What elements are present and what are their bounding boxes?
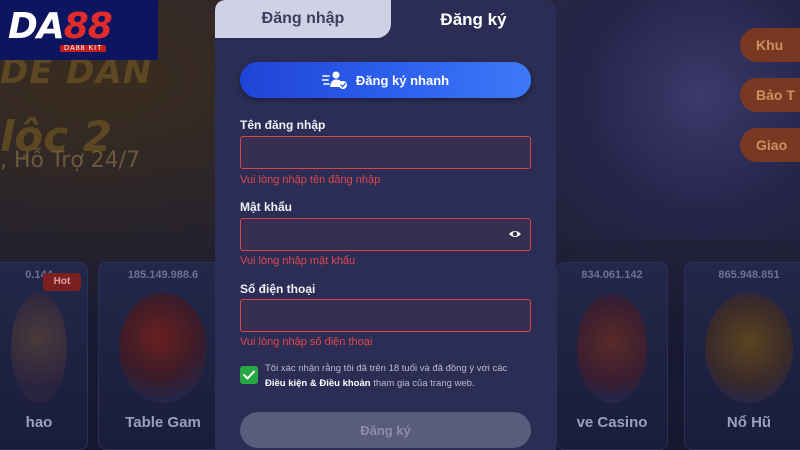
side-pill-1[interactable]: Khu (740, 28, 800, 62)
quick-user-icon (321, 71, 347, 89)
logo-brand: DA (8, 6, 65, 47)
terms-link[interactable]: Điều kiện & Điều khoản (265, 378, 371, 389)
password-input[interactable] (240, 218, 531, 251)
auth-modal: Đăng nhập Đăng ký Đăng ký nhanh Tên đăng… (215, 0, 556, 450)
game-name: Table Gam (125, 414, 201, 431)
game-card[interactable]: 0.144 Hot hao (0, 262, 88, 450)
dice-image (119, 293, 207, 403)
terms-text-before: Tôi xác nhận rằng tôi đã trên 18 tuổi và… (265, 363, 508, 374)
phone-input[interactable] (240, 299, 531, 332)
game-count: 185.149.988.6 (127, 269, 199, 281)
game-name: hao (25, 414, 53, 431)
username-label: Tên đăng nhập (240, 118, 326, 132)
game-name: ve Casino (576, 414, 648, 431)
auth-tabs: Đăng nhập Đăng ký (215, 0, 556, 40)
phone-error: Vui lòng nhập số điện thoại (240, 336, 373, 348)
hot-badge: Hot (43, 273, 81, 291)
game-card[interactable]: 865.948.851 Nổ Hũ (684, 262, 800, 450)
game-card[interactable]: 834.061.142 ve Casino (556, 262, 668, 450)
quick-register-button[interactable]: Đăng ký nhanh (240, 62, 531, 98)
tab-register[interactable]: Đăng ký (391, 0, 556, 40)
password-error: Vui lòng nhập mật khẩu (240, 255, 356, 267)
terms-checkbox[interactable] (240, 366, 258, 384)
game-count: 865.948.851 (718, 269, 780, 281)
logo-text: DA88 (8, 6, 113, 47)
game-name: Nổ Hũ (726, 414, 772, 431)
phone-label: Số điện thoại (240, 282, 316, 296)
dealer-image (577, 293, 647, 403)
player-image (11, 293, 67, 403)
logo-subtext: DA88 KIT (60, 45, 107, 52)
register-submit-button[interactable]: Đăng ký (240, 412, 531, 448)
quick-register-label: Đăng ký nhanh (355, 72, 450, 88)
site-logo[interactable]: DA88 DA88 KIT (0, 0, 158, 60)
check-icon (243, 370, 255, 380)
eye-icon[interactable] (508, 227, 522, 241)
terms-text-after: tham gia của trang web. (370, 378, 475, 389)
username-input[interactable] (240, 136, 531, 169)
side-pill-2[interactable]: Bảo T (740, 78, 800, 112)
jar-image (705, 293, 793, 403)
hero-line-3: , Hỗ Trợ 24/7 (0, 148, 141, 173)
game-card[interactable]: 185.149.988.6 Table Gam (98, 262, 228, 450)
tab-login[interactable]: Đăng nhập (215, 0, 391, 38)
side-pill-3[interactable]: Giao (740, 128, 800, 162)
username-error: Vui lòng nhập tên đăng nhập (240, 174, 381, 186)
logo-number: 88 (63, 6, 113, 47)
password-label: Mật khẩu (240, 200, 293, 214)
terms-text: Tôi xác nhận rằng tôi đã trên 18 tuổi và… (265, 361, 525, 391)
game-count: 834.061.142 (581, 269, 643, 281)
